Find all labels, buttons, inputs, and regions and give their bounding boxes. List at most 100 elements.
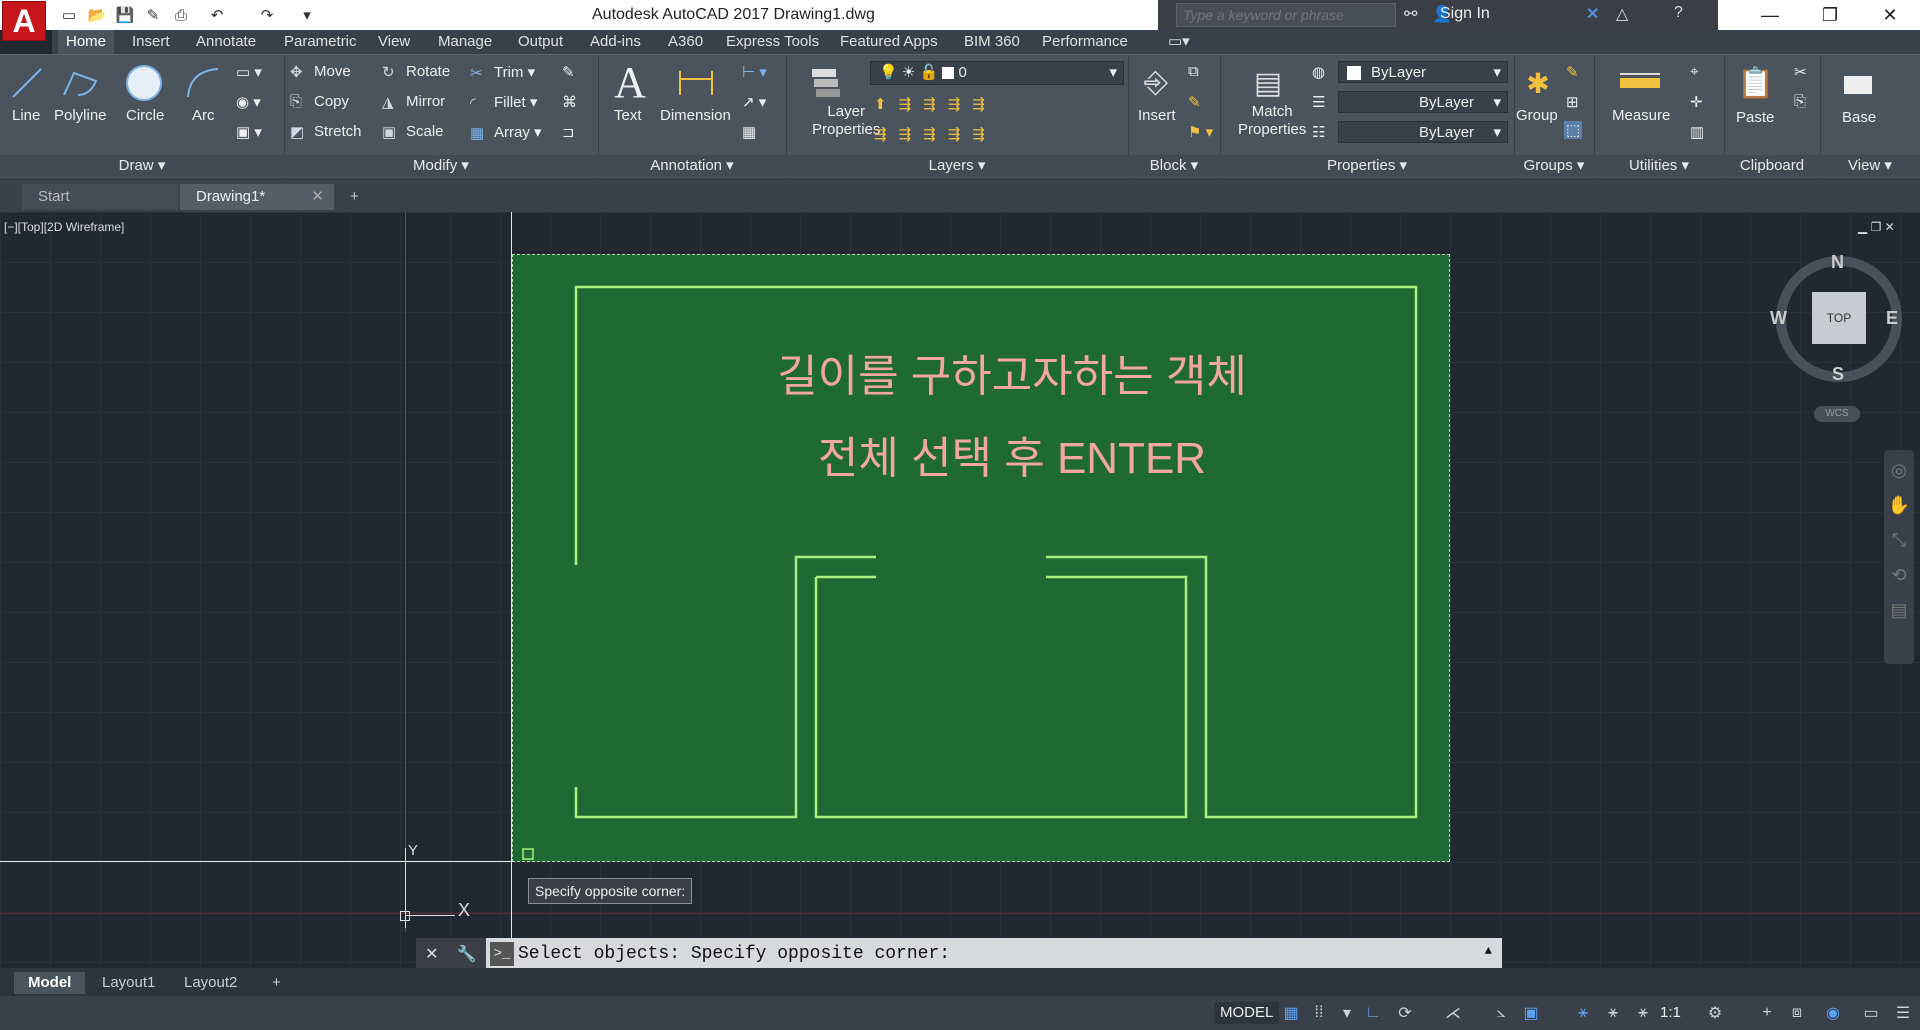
grid-icon[interactable]: ▦ [1280, 1002, 1302, 1024]
customize-command-icon[interactable]: 🔧 [457, 944, 477, 964]
ungroup-icon[interactable]: ✎ [1566, 63, 1579, 81]
measure-icon[interactable] [1618, 61, 1662, 105]
tab-bim360[interactable]: BIM 360 [956, 30, 1028, 54]
zoom-icon[interactable]: ⤡ [1884, 530, 1914, 551]
customization-menu-icon[interactable]: ☰ [1892, 1002, 1914, 1024]
open-icon[interactable]: 📂 [86, 4, 108, 26]
annotation-visibility-icon[interactable]: ⚹ [1572, 1002, 1594, 1024]
group-button[interactable]: Group [1516, 107, 1558, 124]
tab-drawing1[interactable]: Drawing1* ✕ [180, 184, 334, 210]
array-button[interactable]: ▦ Array ▾ [470, 123, 542, 142]
fillet-button[interactable]: ◜ Fillet ▾ [470, 93, 537, 112]
layers-panel-label[interactable]: Layers ▾ [786, 155, 1128, 177]
object-snap-icon[interactable]: ▣ [1520, 1002, 1542, 1024]
erase-icon[interactable]: ✎ [562, 63, 575, 81]
clipboard-panel-label[interactable]: Clipboard [1724, 155, 1820, 177]
ortho-icon[interactable]: ∟ [1362, 1002, 1384, 1024]
steering-wheel-icon[interactable]: ◎ [1884, 460, 1914, 481]
exchange-icon[interactable]: ✕ [1586, 4, 1599, 24]
circle-icon[interactable] [124, 61, 164, 105]
search-input[interactable] [1176, 3, 1396, 27]
rectangle-icon[interactable]: ▭ ▾ [236, 63, 262, 81]
polyline-icon[interactable] [60, 61, 100, 105]
new-tab-button[interactable]: + [342, 184, 370, 210]
rotate-button[interactable]: ↻ Rotate [382, 63, 450, 81]
plot-icon[interactable]: ⎙ [170, 4, 192, 26]
drawing-viewport[interactable]: [−][Top][2D Wireframe] ▁ ❐ ✕ 길이를 구하고자하는 … [0, 212, 1920, 968]
tab-home[interactable]: Home [58, 30, 115, 54]
layer-properties-icon[interactable] [806, 61, 846, 105]
group-select-icon[interactable]: ⬚ [1564, 121, 1583, 139]
binoculars-icon[interactable]: ⚯ [1404, 4, 1417, 24]
tab-featured-apps[interactable]: Featured Apps [832, 30, 946, 54]
new-icon[interactable]: ▭ [58, 4, 80, 26]
group-icon[interactable]: ✱ [1518, 61, 1558, 105]
dimension-button[interactable]: Dimension [660, 107, 731, 124]
cut-icon[interactable]: ✂ [1794, 63, 1807, 81]
view-panel-label[interactable]: View ▾ [1820, 155, 1920, 177]
arc-icon[interactable] [182, 61, 222, 105]
polyline-button[interactable]: Polyline [54, 107, 107, 124]
leader-icon[interactable]: ↗ ▾ [742, 93, 766, 111]
new-layout-button[interactable]: + [258, 972, 295, 994]
auto-scale-icon[interactable]: ⚹ [1602, 1002, 1624, 1024]
hatch-icon[interactable]: ◉ ▾ [236, 93, 261, 111]
polar-icon[interactable]: ⟳ [1394, 1002, 1416, 1024]
properties-panel-label[interactable]: Properties ▾ [1220, 155, 1514, 177]
customize-icon[interactable]: ▾ [296, 4, 318, 26]
boundary-icon[interactable]: ▣ ▾ [236, 123, 262, 141]
tab-manage[interactable]: Manage [430, 30, 500, 54]
tab-model[interactable]: Model [14, 972, 86, 994]
object-snap-tracking-icon[interactable]: ⦣ [1490, 1002, 1512, 1024]
compass-south[interactable]: S [1832, 364, 1844, 385]
snap-icon[interactable]: ⁞⁞ [1308, 1002, 1330, 1024]
isolate-objects-icon[interactable]: ◉ [1822, 1002, 1844, 1024]
tab-insert[interactable]: Insert [124, 30, 178, 54]
scale-button[interactable]: ▣ Scale [382, 123, 444, 141]
layer-tools-row2[interactable]: ⇶⇶⇶⇶⇶ [874, 125, 997, 143]
showmotion-icon[interactable]: ▤ [1884, 600, 1914, 621]
utilities-panel-label[interactable]: Utilities ▾ [1594, 155, 1724, 177]
attribute-icon[interactable]: ⚑ ▾ [1188, 123, 1213, 141]
create-block-icon[interactable]: ⧉ [1188, 63, 1199, 80]
circle-button[interactable]: Circle [126, 107, 164, 124]
tab-layout1[interactable]: Layout1 [88, 972, 169, 994]
offset-icon[interactable]: ⊐ [562, 123, 575, 141]
block-panel-label[interactable]: Block ▾ [1128, 155, 1220, 177]
viewport-window-controls[interactable]: ▁ ❐ ✕ [1858, 220, 1895, 234]
group-edit-icon[interactable]: ⊞ [1566, 93, 1579, 111]
orbit-icon[interactable]: ⟲ [1884, 565, 1914, 586]
command-history-icon[interactable]: ▲ [1485, 944, 1492, 958]
wcs-menu[interactable]: WCS [1814, 406, 1860, 422]
application-menu-button[interactable]: A [2, 1, 46, 41]
compass-north[interactable]: N [1831, 252, 1844, 273]
point-icon[interactable]: ✛ [1690, 93, 1703, 111]
clean-screen-icon[interactable]: ▭ [1860, 1002, 1882, 1024]
text-icon[interactable]: A [610, 58, 650, 107]
modify-panel-label[interactable]: Modify ▾ [284, 155, 598, 177]
undo-icon[interactable]: ↶ [206, 4, 228, 26]
lineweight-dropdown[interactable]: ByLayer ▾ [1338, 121, 1508, 143]
arc-button[interactable]: Arc [192, 107, 215, 124]
close-button[interactable]: ✕ [1860, 0, 1920, 30]
explode-icon[interactable]: ⌘ [562, 93, 577, 111]
calculator-icon[interactable]: ▥ [1690, 123, 1704, 141]
isodraft-icon[interactable]: ⋌ [1442, 1002, 1464, 1024]
viewcube-top-face[interactable]: TOP [1812, 292, 1866, 344]
ribbon-minimize-icon[interactable]: ▭▾ [1160, 30, 1198, 54]
viewport-controls[interactable]: [−][Top][2D Wireframe] [4, 220, 124, 234]
save-icon[interactable]: 💾 [114, 4, 136, 26]
annotation-scale-dropdown[interactable]: 1:1 [1660, 1004, 1681, 1021]
dimension-icon[interactable] [676, 61, 716, 105]
annotation-scale-icon[interactable]: ⚹ [1632, 1002, 1654, 1024]
model-space-toggle[interactable]: MODEL [1214, 1002, 1280, 1024]
units-icon[interactable]: ⧈ [1786, 1002, 1808, 1024]
draw-panel-label[interactable]: Draw ▾ [0, 155, 284, 177]
tab-layout2[interactable]: Layout2 [170, 972, 251, 994]
tab-express-tools[interactable]: Express Tools [718, 30, 827, 54]
snap-dropdown-icon[interactable]: ▾ [1336, 1002, 1358, 1024]
save-as-icon[interactable]: ✎ [142, 4, 164, 26]
tab-output[interactable]: Output [510, 30, 571, 54]
close-tab-icon[interactable]: ✕ [311, 184, 324, 210]
text-button[interactable]: Text [614, 107, 642, 124]
